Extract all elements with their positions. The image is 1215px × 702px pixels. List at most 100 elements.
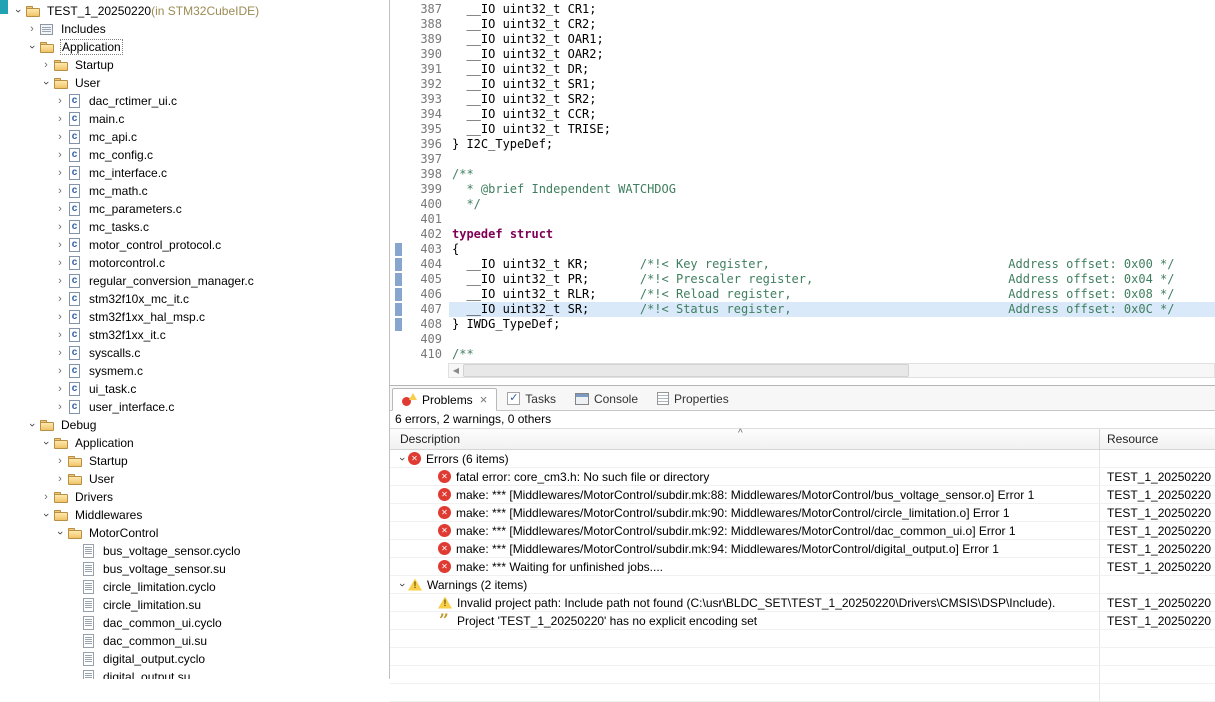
- code-line[interactable]: __IO uint32_t CR2;: [449, 17, 1215, 32]
- expand-arrow-icon[interactable]: ›: [54, 401, 66, 413]
- tree-item-digital-output-su[interactable]: digital_output.su: [0, 668, 389, 679]
- code-line[interactable]: typedef struct: [449, 227, 1215, 242]
- problem-group-row[interactable]: › Errors (6 items): [390, 450, 1215, 468]
- code-line[interactable]: __IO uint32_t CR1;: [449, 2, 1215, 17]
- problem-row[interactable]: Invalid project path: Include path not f…: [390, 594, 1215, 612]
- tree-item-regular-conversion-manager-c[interactable]: › regular_conversion_manager.c: [0, 272, 389, 290]
- problem-row[interactable]: Project 'TEST_1_20250220' has no explici…: [390, 612, 1215, 630]
- scrollbar-thumb[interactable]: [463, 364, 909, 377]
- code-line[interactable]: [449, 152, 1215, 167]
- tree-item-ui-task-c[interactable]: › ui_task.c: [0, 380, 389, 398]
- tree-item-dac-common-ui-cyclo[interactable]: dac_common_ui.cyclo: [0, 614, 389, 632]
- code-line[interactable]: /**: [449, 347, 1215, 362]
- collapse-arrow-icon[interactable]: ›: [40, 437, 52, 449]
- expand-arrow-icon[interactable]: ›: [54, 131, 66, 143]
- tree-item-startup[interactable]: › Startup: [0, 56, 389, 74]
- tree-item-user[interactable]: › User: [0, 470, 389, 488]
- tree-item-mc-math-c[interactable]: › mc_math.c: [0, 182, 389, 200]
- tree-item-motorcontrol[interactable]: › MotorControl: [0, 524, 389, 542]
- tree-item-middlewares[interactable]: › Middlewares: [0, 506, 389, 524]
- column-header-description[interactable]: Description ^: [390, 428, 1100, 449]
- code-line[interactable]: [449, 212, 1215, 227]
- tree-item-user-interface-c[interactable]: › user_interface.c: [0, 398, 389, 416]
- expand-arrow-icon[interactable]: ›: [54, 383, 66, 395]
- code-line[interactable]: __IO uint32_t KR; /*!< Key register, Add…: [449, 257, 1215, 272]
- expand-arrow-icon[interactable]: ›: [54, 455, 66, 467]
- expand-arrow-icon[interactable]: ›: [54, 149, 66, 161]
- scroll-left-arrow-icon[interactable]: ◀: [449, 364, 463, 377]
- problem-row[interactable]: make: *** [Middlewares/MotorControl/subd…: [390, 522, 1215, 540]
- expand-arrow-icon[interactable]: ›: [54, 275, 66, 287]
- expand-arrow-icon[interactable]: ›: [40, 59, 52, 71]
- expand-arrow-icon[interactable]: ›: [54, 239, 66, 251]
- code-line[interactable]: {: [449, 242, 1215, 257]
- problem-row[interactable]: make: *** [Middlewares/MotorControl/subd…: [390, 540, 1215, 558]
- tree-item-stm32f10x-mc-it-c[interactable]: › stm32f10x_mc_it.c: [0, 290, 389, 308]
- column-header-resource[interactable]: Resource: [1100, 429, 1215, 449]
- tree-item-mc-config-c[interactable]: › mc_config.c: [0, 146, 389, 164]
- code-line[interactable]: } IWDG_TypeDef;: [449, 317, 1215, 332]
- tree-item-stm32f1xx-it-c[interactable]: › stm32f1xx_it.c: [0, 326, 389, 344]
- tree-item-user[interactable]: › User: [0, 74, 389, 92]
- code-line[interactable]: __IO uint32_t PR; /*!< Prescaler registe…: [449, 272, 1215, 287]
- code-line[interactable]: * @brief Independent WATCHDOG: [449, 182, 1215, 197]
- tree-item-circle-limitation-cyclo[interactable]: circle_limitation.cyclo: [0, 578, 389, 596]
- code-line[interactable]: __IO uint32_t TRISE;: [449, 122, 1215, 137]
- tree-item-test-1-20250220[interactable]: › TEST_1_20250220 (in STM32CubeIDE): [0, 2, 389, 20]
- expand-arrow-icon[interactable]: ›: [54, 365, 66, 377]
- code-line[interactable]: __IO uint32_t OAR1;: [449, 32, 1215, 47]
- code-editor[interactable]: 387 __IO uint32_t CR1; 388 __IO uint32_t …: [390, 0, 1215, 385]
- collapse-arrow-icon[interactable]: ›: [26, 419, 38, 431]
- code-line[interactable]: __IO uint32_t SR; /*!< Status register, …: [449, 302, 1215, 317]
- tree-item-motorcontrol-c[interactable]: › motorcontrol.c: [0, 254, 389, 272]
- tree-item-circle-limitation-su[interactable]: circle_limitation.su: [0, 596, 389, 614]
- code-line[interactable]: __IO uint32_t RLR; /*!< Reload register,…: [449, 287, 1215, 302]
- code-line[interactable]: __IO uint32_t CCR;: [449, 107, 1215, 122]
- problem-row[interactable]: make: *** [Middlewares/MotorControl/subd…: [390, 504, 1215, 522]
- code-line[interactable]: */: [449, 197, 1215, 212]
- tree-item-stm32f1xx-hal-msp-c[interactable]: › stm32f1xx_hal_msp.c: [0, 308, 389, 326]
- tree-item-dac-rctimer-ui-c[interactable]: › dac_rctimer_ui.c: [0, 92, 389, 110]
- collapse-arrow-icon[interactable]: ›: [396, 579, 408, 591]
- expand-arrow-icon[interactable]: ›: [54, 257, 66, 269]
- tree-item-drivers[interactable]: › Drivers: [0, 488, 389, 506]
- collapse-arrow-icon[interactable]: ›: [396, 453, 408, 465]
- expand-arrow-icon[interactable]: ›: [54, 293, 66, 305]
- tree-item-digital-output-cyclo[interactable]: digital_output.cyclo: [0, 650, 389, 668]
- tab-problems[interactable]: Problems ×: [392, 388, 498, 411]
- tree-item-application[interactable]: › Application: [0, 434, 389, 452]
- code-line[interactable]: [449, 332, 1215, 347]
- collapse-arrow-icon[interactable]: ›: [54, 527, 66, 539]
- code-line[interactable]: __IO uint32_t SR1;: [449, 77, 1215, 92]
- problem-row[interactable]: make: *** Waiting for unfinished jobs...…: [390, 558, 1215, 576]
- tree-item-application[interactable]: › Application: [0, 38, 389, 56]
- tree-item-main-c[interactable]: › main.c: [0, 110, 389, 128]
- editor-horizontal-scrollbar[interactable]: ◀: [448, 363, 1215, 378]
- code-line[interactable]: __IO uint32_t DR;: [449, 62, 1215, 77]
- expand-arrow-icon[interactable]: ›: [54, 221, 66, 233]
- close-tab-icon[interactable]: ×: [480, 393, 488, 406]
- tab-properties[interactable]: Properties: [648, 387, 738, 410]
- expand-arrow-icon[interactable]: ›: [54, 473, 66, 485]
- tree-item-mc-tasks-c[interactable]: › mc_tasks.c: [0, 218, 389, 236]
- tree-item-mc-interface-c[interactable]: › mc_interface.c: [0, 164, 389, 182]
- expand-arrow-icon[interactable]: ›: [54, 95, 66, 107]
- tree-item-sysmem-c[interactable]: › sysmem.c: [0, 362, 389, 380]
- tree-item-bus-voltage-sensor-su[interactable]: bus_voltage_sensor.su: [0, 560, 389, 578]
- code-line[interactable]: /**: [449, 167, 1215, 182]
- tree-item-mc-parameters-c[interactable]: › mc_parameters.c: [0, 200, 389, 218]
- expand-arrow-icon[interactable]: ›: [26, 23, 38, 35]
- expand-arrow-icon[interactable]: ›: [54, 167, 66, 179]
- collapse-arrow-icon[interactable]: ›: [40, 509, 52, 521]
- tab-tasks[interactable]: Tasks: [498, 387, 565, 410]
- tree-item-bus-voltage-sensor-cyclo[interactable]: bus_voltage_sensor.cyclo: [0, 542, 389, 560]
- tab-console[interactable]: Console: [566, 387, 647, 410]
- expand-arrow-icon[interactable]: ›: [54, 113, 66, 125]
- tree-item-debug[interactable]: › Debug: [0, 416, 389, 434]
- tree-item-motor-control-protocol-c[interactable]: › motor_control_protocol.c: [0, 236, 389, 254]
- tree-item-includes[interactable]: › Includes: [0, 20, 389, 38]
- problem-group-row[interactable]: › Warnings (2 items): [390, 576, 1215, 594]
- collapse-arrow-icon[interactable]: ›: [26, 41, 38, 53]
- collapse-arrow-icon[interactable]: ›: [12, 5, 24, 17]
- tree-item-dac-common-ui-su[interactable]: dac_common_ui.su: [0, 632, 389, 650]
